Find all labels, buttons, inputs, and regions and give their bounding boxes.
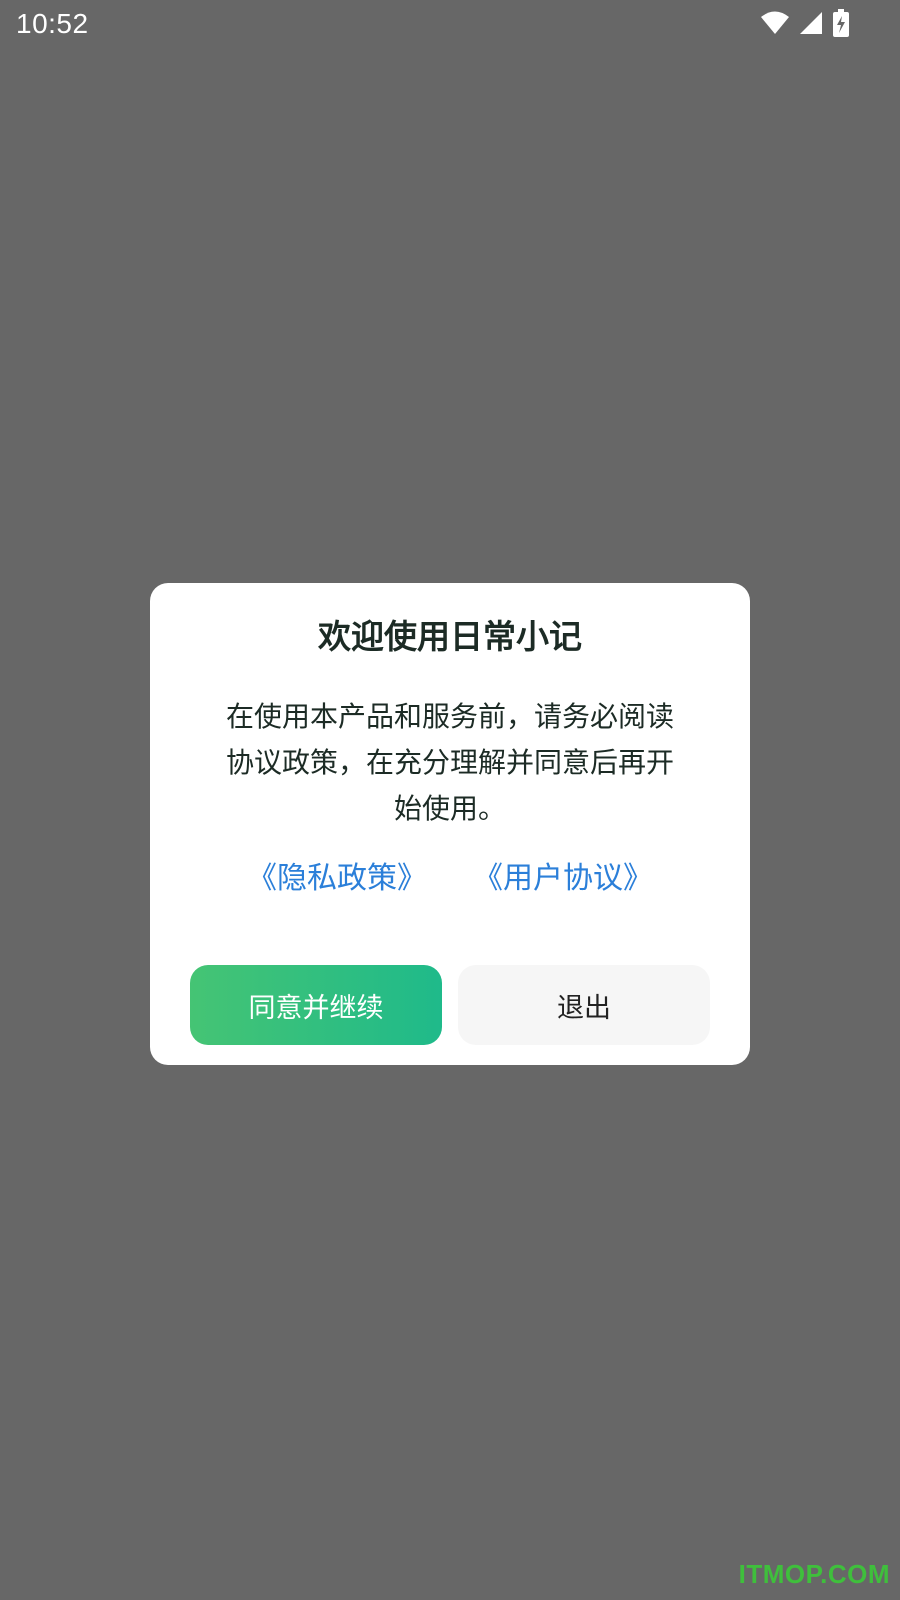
wifi-icon	[761, 11, 789, 34]
dialog-body-line: 在使用本产品和服务前，请务必阅读	[225, 700, 674, 733]
agree-continue-button[interactable]: 同意并继续	[190, 965, 442, 1045]
dialog-title: 欢迎使用日常小记	[318, 617, 582, 656]
battery-charging-icon	[833, 9, 849, 37]
welcome-dialog: 欢迎使用日常小记 在使用本产品和服务前，请务必阅读 协议政策，在充分理解并同意后…	[150, 583, 750, 1065]
cellular-signal-icon	[800, 12, 822, 34]
status-bar: 10:52	[0, 0, 900, 50]
dialog-body-line: 始使用。	[393, 792, 506, 825]
dialog-body: 在使用本产品和服务前，请务必阅读 协议政策，在充分理解并同意后再开 始使用。	[190, 694, 710, 832]
dialog-body-line: 协议政策，在充分理解并同意后再开	[225, 746, 674, 779]
exit-button[interactable]: 退出	[458, 965, 710, 1045]
watermark: ITMOP.COM	[738, 1559, 890, 1589]
status-icons	[760, 8, 850, 38]
dialog-buttons: 同意并继续 退出	[190, 965, 710, 1045]
user-agreement-link[interactable]: 《用户协议》	[473, 853, 653, 897]
privacy-policy-link[interactable]: 《隐私政策》	[247, 853, 427, 897]
policy-links: 《隐私政策》 《用户协议》	[150, 853, 750, 897]
status-time: 10:52	[16, 8, 89, 39]
